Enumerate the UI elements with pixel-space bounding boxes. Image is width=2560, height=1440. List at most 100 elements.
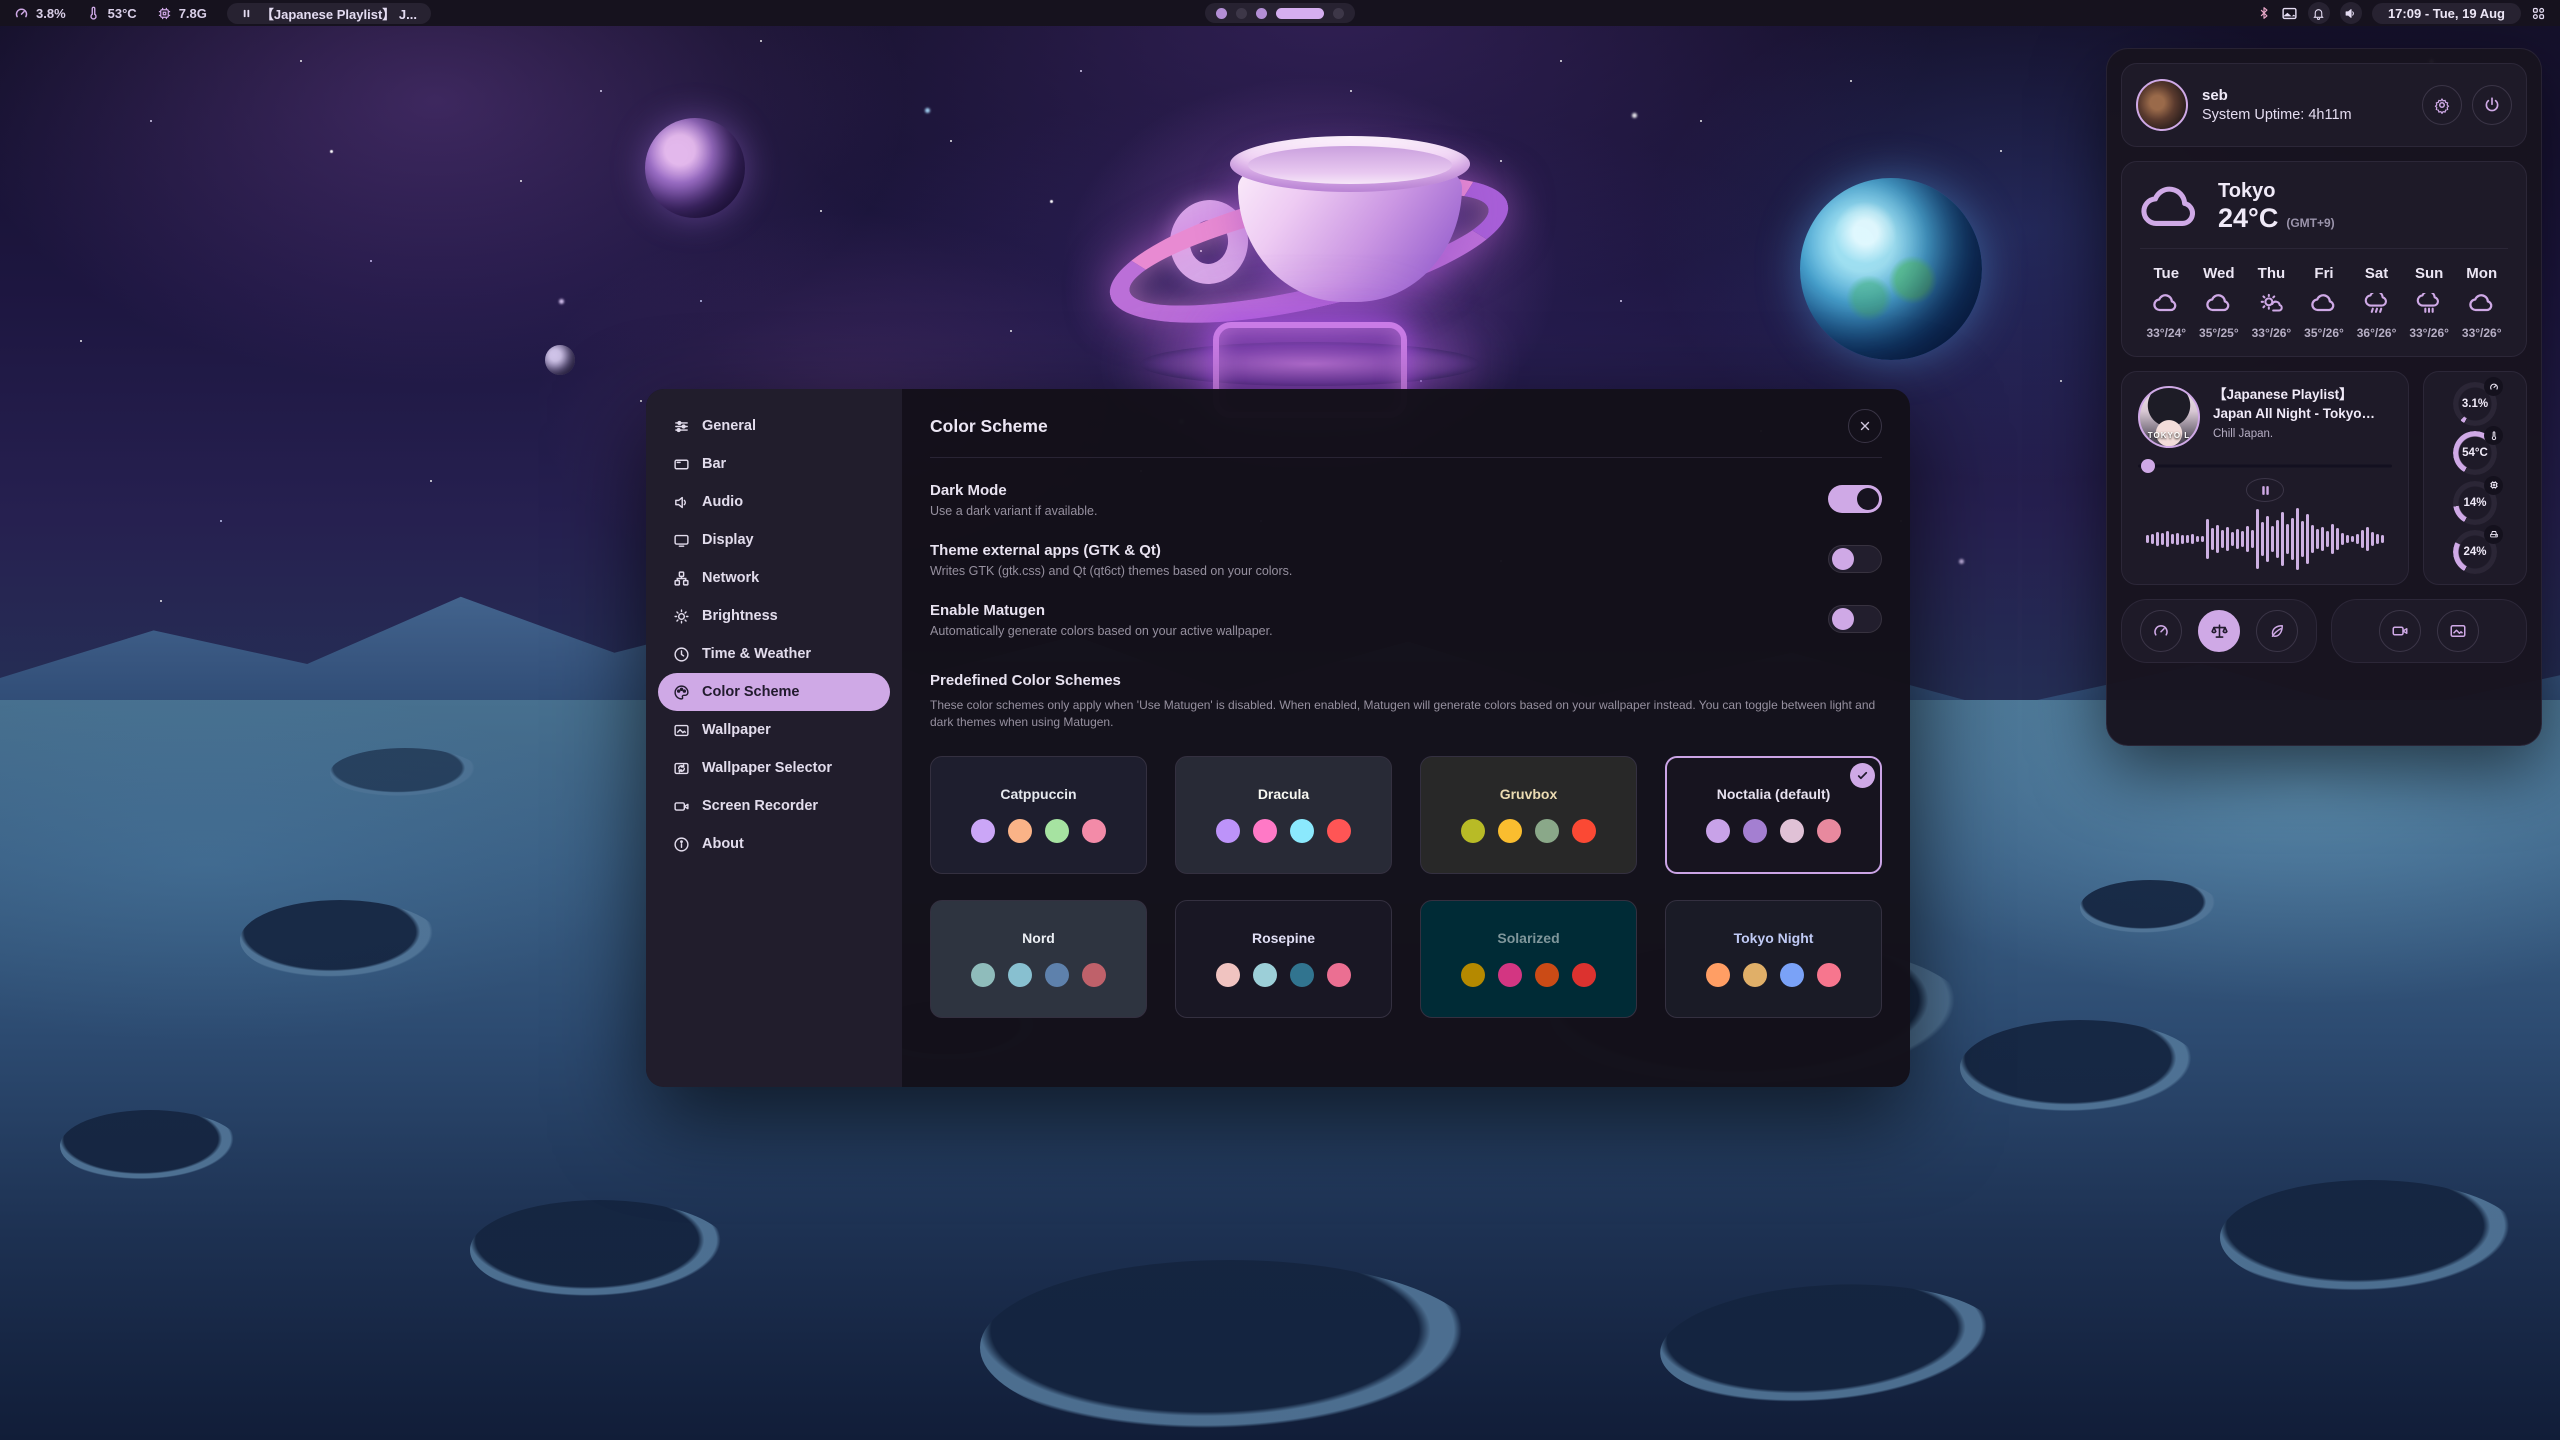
scheme-palette <box>1706 963 1841 987</box>
sidebar-item-screen-recorder[interactable]: Screen Recorder <box>658 787 890 825</box>
palette-icon <box>672 684 690 701</box>
screen-recorder-button[interactable] <box>2379 610 2421 652</box>
video-camera-icon <box>2391 622 2409 640</box>
media-pill[interactable]: 【Japanese Playlist】 J... <box>227 3 431 24</box>
pause-button[interactable] <box>2246 478 2284 502</box>
powersaver-profile-button[interactable] <box>2256 610 2298 652</box>
scheme-name: Rosepine <box>1252 930 1315 946</box>
scheme-palette <box>971 963 1106 987</box>
wallpaper-tray-icon[interactable] <box>2281 5 2298 22</box>
sidebar-item-label: Wallpaper <box>702 722 771 738</box>
scheme-palette <box>1461 963 1596 987</box>
settings-button[interactable] <box>2422 85 2462 125</box>
workspace-dot-2[interactable] <box>1236 8 1247 19</box>
workspace-dot-3[interactable] <box>1256 8 1267 19</box>
sidebar-item-label: Time & Weather <box>702 646 811 662</box>
app-grid-icon[interactable] <box>2531 6 2546 21</box>
seek-knob[interactable] <box>2141 459 2155 473</box>
memory-stat[interactable]: 7.8G <box>157 6 207 21</box>
notifications-bell-button[interactable] <box>2308 2 2330 24</box>
seek-slider[interactable] <box>2138 462 2392 470</box>
sidebar-item-brightness[interactable]: Brightness <box>658 597 890 635</box>
power-icon <box>2483 96 2501 114</box>
scheme-card-nord[interactable]: Nord <box>930 900 1147 1018</box>
crater <box>60 1110 240 1182</box>
sidebar-item-display[interactable]: Display <box>658 521 890 559</box>
album-art-label: TOKYO L <box>2140 431 2198 440</box>
theme-external-apps-toggle[interactable] <box>1828 545 1882 573</box>
weather-divider <box>2140 248 2508 249</box>
toggle-knob <box>1857 488 1879 510</box>
scheme-name: Noctalia (default) <box>1717 786 1831 802</box>
scheme-card-rosepine[interactable]: Rosepine <box>1175 900 1392 1018</box>
scheme-card-tokyo-night[interactable]: Tokyo Night <box>1665 900 1882 1018</box>
weather-card: Tokyo 24°C (GMT+9) Tue 33°/24° Wed 35°/2… <box>2121 161 2527 357</box>
cpu-gauge: 3.1% <box>2451 380 2499 428</box>
sidebar-item-label: General <box>702 418 756 434</box>
balanced-profile-button[interactable] <box>2198 610 2240 652</box>
temperature-stat[interactable]: 53°C <box>86 6 137 21</box>
scheme-name: Catppuccin <box>1000 786 1076 802</box>
sidebar-item-wallpaper-selector[interactable]: Wallpaper Selector <box>658 749 890 787</box>
sidebar-item-network[interactable]: Network <box>658 559 890 597</box>
volume-button[interactable] <box>2340 2 2362 24</box>
dark-mode-toggle[interactable] <box>1828 485 1882 513</box>
sidebar-item-label: Wallpaper Selector <box>702 760 832 776</box>
weather-city: Tokyo <box>2218 180 2335 203</box>
workspace-dot-4[interactable] <box>1276 8 1324 19</box>
scheme-palette <box>1461 819 1596 843</box>
sidebar-item-label: Screen Recorder <box>702 798 818 814</box>
scheme-card-catppuccin[interactable]: Catppuccin <box>930 756 1147 874</box>
sidebar-item-time-weather[interactable]: Time & Weather <box>658 635 890 673</box>
selected-check-badge <box>1850 763 1875 788</box>
user-card: seb System Uptime: 4h11m <box>2121 63 2527 147</box>
scheme-card-solarized[interactable]: Solarized <box>1420 900 1637 1018</box>
color-dot <box>1498 963 1522 987</box>
crater <box>330 748 480 798</box>
scheme-card-gruvbox[interactable]: Gruvbox <box>1420 756 1637 874</box>
color-dot <box>1535 819 1559 843</box>
scheme-card-noctalia[interactable]: Noctalia (default) <box>1665 756 1882 874</box>
performance-profile-button[interactable] <box>2140 610 2182 652</box>
workspace-dot-5[interactable] <box>1333 8 1344 19</box>
workspace-dot-1[interactable] <box>1216 8 1227 19</box>
scheme-card-dracula[interactable]: Dracula <box>1175 756 1392 874</box>
color-dot <box>1706 963 1730 987</box>
sidebar-item-label: Network <box>702 570 759 586</box>
sidebar-item-audio[interactable]: Audio <box>658 483 890 521</box>
color-dot <box>1706 819 1730 843</box>
crater <box>240 900 440 980</box>
color-dot <box>1082 819 1106 843</box>
seek-track <box>2138 465 2392 468</box>
sidebar-item-general[interactable]: General <box>658 407 890 445</box>
small-moon <box>545 345 575 375</box>
quick-actions-card <box>2331 599 2527 663</box>
toggle-title: Dark Mode <box>930 482 1097 499</box>
sidebar-item-color-scheme[interactable]: Color Scheme <box>658 673 890 711</box>
bluetooth-tray-icon[interactable] <box>2257 6 2271 20</box>
cpu-usage-value: 3.8% <box>36 6 66 21</box>
crater <box>2220 1180 2520 1295</box>
top-bar-left: 3.8% 53°C 7.8G 【Japanese Playlist】 J... <box>14 3 431 24</box>
image-refresh-icon <box>672 760 690 777</box>
sidebar-item-about[interactable]: About <box>658 825 890 863</box>
power-profile-card <box>2121 599 2317 663</box>
color-dot <box>1082 963 1106 987</box>
cup-lip-inner <box>1248 146 1452 184</box>
clock[interactable]: 17:09 - Tue, 19 Aug <box>2372 3 2521 24</box>
track-artist: Chill Japan. <box>2213 428 2392 440</box>
cpu-usage-stat[interactable]: 3.8% <box>14 6 66 21</box>
scheme-name: Gruvbox <box>1500 786 1558 802</box>
forecast-day: Sun 33°/26° <box>2403 265 2456 340</box>
system-gauges-card: 3.1% 54°C 14% 24% <box>2423 371 2527 585</box>
crater <box>470 1200 730 1300</box>
color-dot <box>1327 819 1351 843</box>
sidebar-item-bar[interactable]: Bar <box>658 445 890 483</box>
enable-matugen-toggle[interactable] <box>1828 605 1882 633</box>
close-button[interactable] <box>1848 409 1882 443</box>
sidebar-item-wallpaper[interactable]: Wallpaper <box>658 711 890 749</box>
memory-value: 7.8G <box>179 6 207 21</box>
wallpaper-button[interactable] <box>2437 610 2479 652</box>
weather-temp: 24°C <box>2218 203 2278 234</box>
power-button[interactable] <box>2472 85 2512 125</box>
